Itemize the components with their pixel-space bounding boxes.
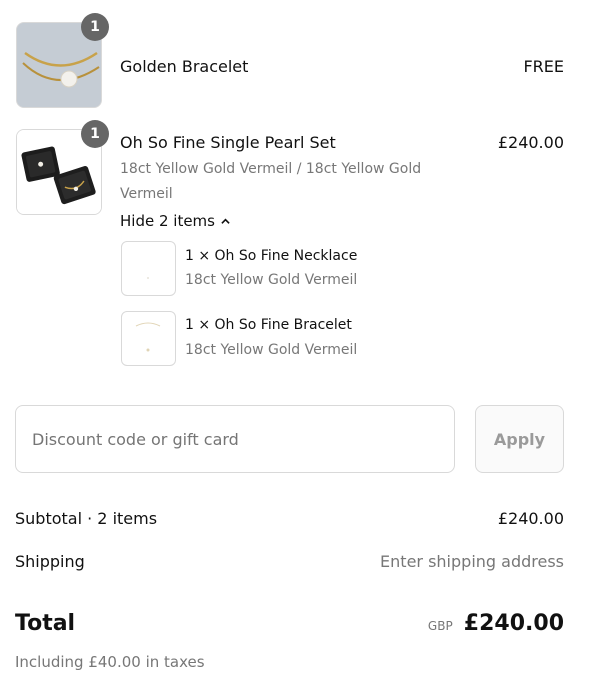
taxes-note: Including £40.00 in taxes <box>15 653 205 671</box>
bundle-item-image-bracelet <box>121 311 176 366</box>
chevron-up-icon <box>221 218 230 224</box>
total-label: Total <box>15 611 76 636</box>
item-variant: 18ct Yellow Gold Vermeil / 18ct Yellow G… <box>120 161 422 202</box>
apply-discount-button[interactable]: Apply <box>475 405 564 473</box>
quantity-badge: 1 <box>81 120 109 148</box>
bundle-item-image-necklace <box>121 241 176 296</box>
shipping-label: Shipping <box>15 552 85 571</box>
bundle-item-title: 1 × Oh So Fine Bracelet <box>185 317 352 333</box>
subtotal-label: Subtotal · 2 items <box>15 509 158 528</box>
item-title: Golden Bracelet <box>120 57 249 76</box>
item-price: FREE <box>523 57 564 76</box>
quantity-badge: 1 <box>81 13 109 41</box>
total-amount-group: GBP £240.00 <box>428 611 564 636</box>
total-value: £240.00 <box>463 611 564 636</box>
bundle-item-variant: 18ct Yellow Gold Vermeil <box>185 272 358 288</box>
hide-items-toggle[interactable]: Hide 2 items <box>120 212 230 230</box>
hide-items-label: Hide 2 items <box>120 212 215 230</box>
shipping-value: Enter shipping address <box>380 552 564 571</box>
discount-code-input[interactable] <box>15 405 455 473</box>
bundle-item-variant: 18ct Yellow Gold Vermeil <box>185 342 358 358</box>
bracelet-photo-icon <box>135 322 161 352</box>
bundle-item-title: 1 × Oh So Fine Necklace <box>185 248 358 264</box>
currency-code: GBP <box>427 619 453 633</box>
subtotal-value: £240.00 <box>497 509 564 528</box>
necklace-photo-icon <box>147 277 149 279</box>
item-price: £240.00 <box>497 133 564 152</box>
item-title: Oh So Fine Single Pearl Set <box>120 133 336 152</box>
